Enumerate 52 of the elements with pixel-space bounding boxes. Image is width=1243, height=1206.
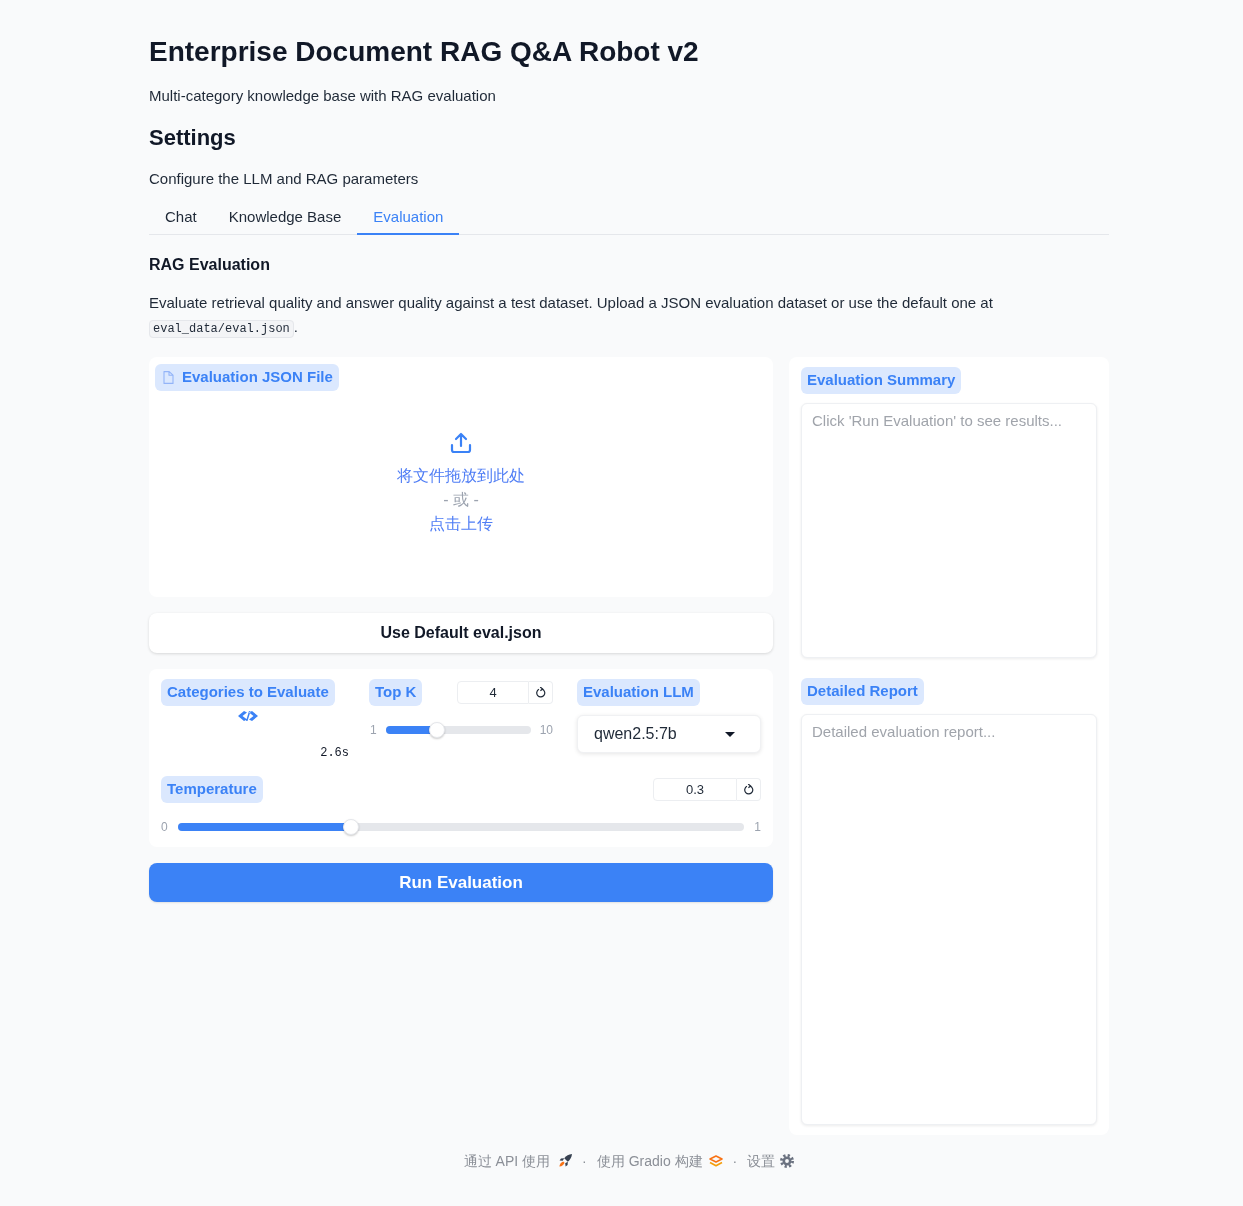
slider-min-label: 1 xyxy=(370,723,377,737)
api-link[interactable]: 通过 API 使用 xyxy=(463,1151,573,1171)
number-input[interactable]: 4 xyxy=(457,681,529,704)
upload-link[interactable]: 点击上传 xyxy=(429,512,493,536)
settings-icon xyxy=(780,1154,795,1168)
slider-max-label: 1 xyxy=(754,820,761,834)
model-label: Evaluation LLM xyxy=(577,679,700,706)
or-text: - 或 - xyxy=(443,490,479,510)
panel-heading: RAG Evaluation xyxy=(149,255,271,275)
settings-link[interactable]: 设置 xyxy=(747,1151,795,1171)
slider-max-label: 10 xyxy=(539,723,553,737)
drop-text: 将文件拖放到此处 xyxy=(397,466,525,486)
file-icon xyxy=(163,371,174,384)
slider-track[interactable] xyxy=(177,819,745,835)
upload-icon xyxy=(449,431,473,455)
top-k-label: Top K xyxy=(369,679,423,706)
report-label: Detailed Report xyxy=(801,678,924,705)
tab[interactable]: Evaluation xyxy=(357,201,460,235)
summary-label: Evaluation Summary xyxy=(801,367,962,394)
number-input[interactable]: 0.3 xyxy=(653,778,737,801)
categories-label: Categories to Evaluate xyxy=(161,679,335,706)
report-field[interactable]: Detailed evaluation report... xyxy=(801,714,1097,1125)
reset-button[interactable] xyxy=(737,778,761,801)
slider-track[interactable] xyxy=(385,722,531,738)
summary-field[interactable]: Click 'Run Evaluation' to see results... xyxy=(801,403,1097,658)
description-text: Evaluate retrieval quality and answer quality against a test dataset. Upload a JSON evaluation dataset or use the default one at eval_data/eval.json . xyxy=(149,293,994,340)
slider-thumb[interactable] xyxy=(428,722,445,738)
page-title: Enterprise Document RAG Q&A Robot v2 xyxy=(149,35,700,69)
slider-thumb[interactable] xyxy=(342,819,359,835)
slider-min-label: 0 xyxy=(161,820,168,834)
upload-dropzone[interactable]: Evaluation JSON File 将文件拖放到此处 - 或 - 点击上传 xyxy=(149,357,773,597)
separator-dot: · xyxy=(732,1152,738,1171)
reset-icon xyxy=(743,784,754,795)
tab[interactable]: Chat xyxy=(149,201,213,235)
model-dropdown[interactable]: qwen2.5:7b xyxy=(577,715,761,753)
page-subtitle: Multi-category knowledge base with RAG evaluation xyxy=(149,86,497,106)
reset-button[interactable] xyxy=(529,681,553,704)
rocket-icon xyxy=(558,1154,573,1168)
caret-icon xyxy=(725,731,735,737)
gradio-link[interactable]: 使用 Gradio 构建 xyxy=(596,1151,723,1171)
logo-icon xyxy=(708,1155,723,1167)
section-description: Configure the LLM and RAG parameters xyxy=(149,169,420,189)
upload-label: Evaluation JSON File xyxy=(182,367,333,388)
timer-text: 2.6s xyxy=(320,746,349,760)
section-heading: Settings xyxy=(149,124,237,152)
run-evaluation-button[interactable]: Run Evaluation xyxy=(149,863,773,902)
code-snippet: eval_data/eval.json xyxy=(149,320,294,338)
separator-dot: · xyxy=(582,1152,587,1171)
default-dataset-button[interactable]: Use Default eval.json xyxy=(149,613,773,653)
tab[interactable]: Knowledge Base xyxy=(212,201,358,235)
reset-icon xyxy=(535,687,546,698)
temperature-label: Temperature xyxy=(161,776,263,803)
